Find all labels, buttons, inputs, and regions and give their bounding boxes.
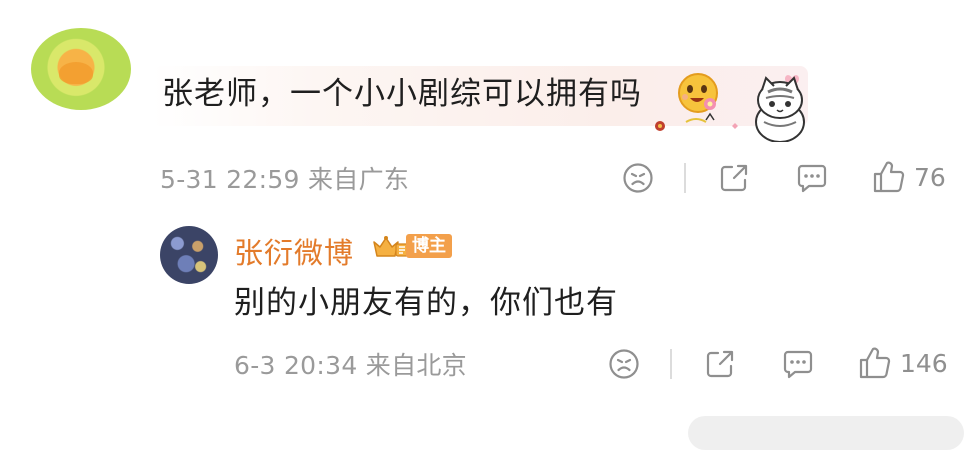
like-button[interactable]: 76: [872, 160, 946, 194]
comment-text: 张老师，一个小小剧综可以拥有吗: [162, 76, 642, 112]
reply-comment-button[interactable]: [796, 163, 828, 193]
dislike-face-icon: [609, 349, 639, 379]
reply-author-avatar[interactable]: [160, 226, 218, 284]
like-count: 76: [914, 162, 946, 192]
blogger-badge: 博主: [370, 232, 452, 260]
dislike-button[interactable]: [622, 162, 654, 194]
cat-sticker-icon: [655, 75, 805, 142]
comment-timestamp-location: 5-31 22:59 来自广东: [160, 165, 410, 194]
reply-timestamp-location: 6-3 20:34 来自北京: [234, 351, 467, 380]
thumbs-up-icon: [859, 347, 891, 379]
reply-comment-button[interactable]: [782, 349, 814, 379]
watermark-overlay: [688, 416, 964, 450]
comment-icon: [797, 164, 827, 193]
share-icon: [720, 164, 748, 192]
reply-author-name[interactable]: 张衍微博: [234, 230, 354, 272]
commenter-avatar[interactable]: [31, 28, 131, 110]
share-icon: [706, 350, 734, 378]
reply-like-count: 146: [900, 348, 948, 378]
share-button[interactable]: [718, 162, 750, 194]
reply-like-button[interactable]: 146: [858, 346, 948, 380]
comment-icon: [783, 350, 813, 379]
emoji-face-icon: [678, 73, 718, 113]
reply-dislike-button[interactable]: [608, 348, 640, 380]
reply-share-button[interactable]: [704, 348, 736, 380]
crown-badge-icon: [373, 236, 409, 257]
reply-text: 别的小朋友有的，你们也有: [234, 285, 618, 321]
action-divider: [684, 163, 686, 193]
thumbs-up-icon: [873, 161, 905, 193]
action-divider: [670, 349, 672, 379]
badge-label: 博主: [406, 234, 452, 258]
dislike-face-icon: [623, 163, 653, 193]
